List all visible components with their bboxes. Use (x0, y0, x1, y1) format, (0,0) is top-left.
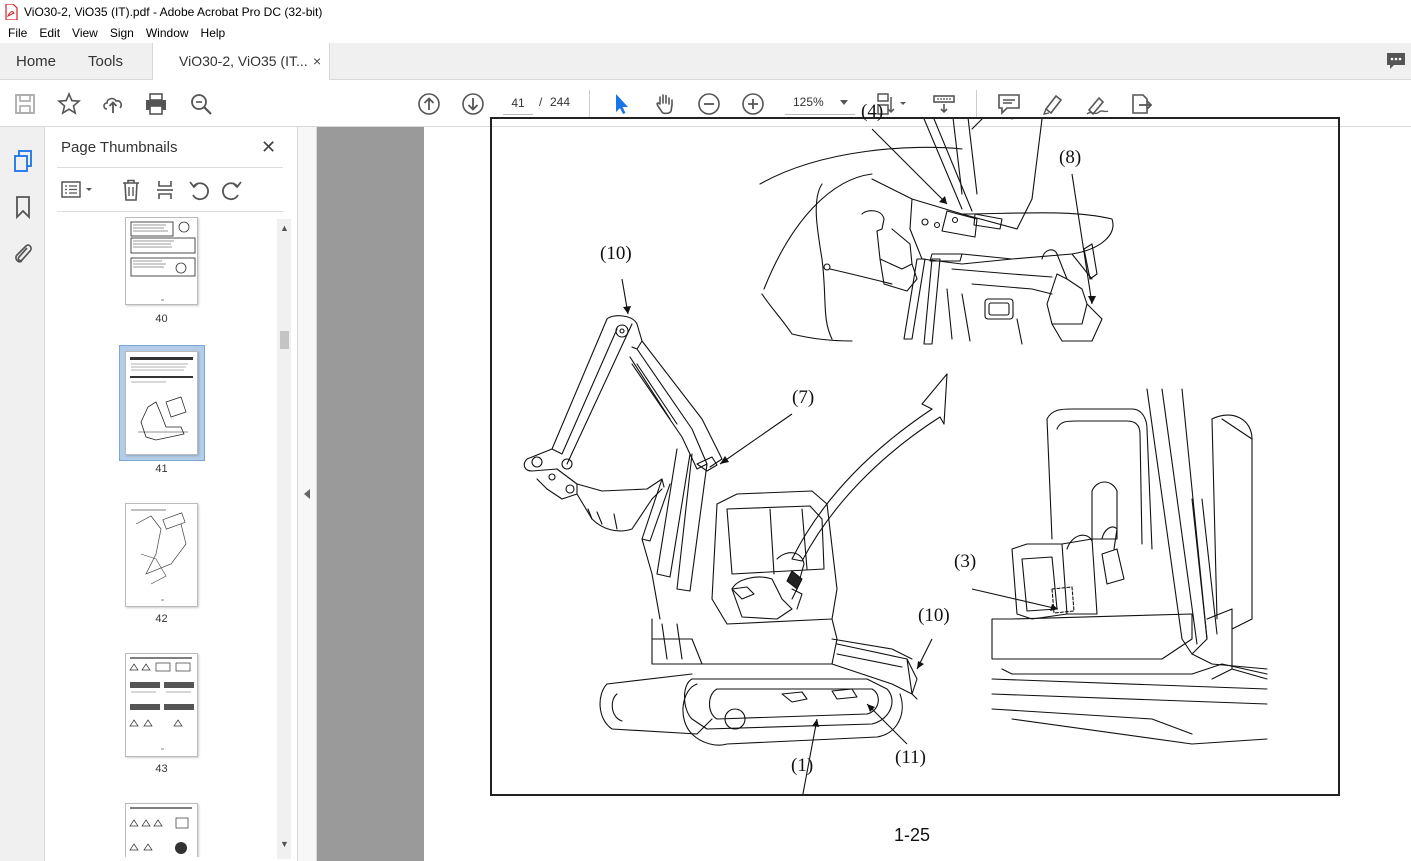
close-icon[interactable]: ✕ (261, 137, 276, 158)
hand-icon[interactable] (653, 92, 677, 116)
zoom-search-icon[interactable] (189, 92, 213, 116)
tab-document[interactable]: ViO30-2, ViO35 (IT... × (152, 43, 330, 81)
select-cursor-icon[interactable] (609, 92, 633, 116)
delete-page-icon[interactable] (121, 179, 141, 201)
figure-frame: (4) (8) (10) (7) (3) (10) (1) (11) (490, 101, 1340, 796)
callout-11: (11) (895, 747, 926, 768)
page-total: 244 (550, 95, 571, 109)
pdf-app-icon (5, 3, 18, 20)
thumbnail-page-42[interactable] (125, 503, 198, 607)
menu-sign[interactable]: Sign (104, 26, 140, 40)
left-rail (0, 127, 45, 861)
panel-divider (57, 211, 283, 212)
thumbnail-list: 40 41 42 43 (45, 217, 277, 857)
thumbnail-content (130, 221, 196, 301)
attachment-icon[interactable] (12, 241, 34, 265)
tab-document-label: ViO30-2, ViO35 (IT... (179, 53, 308, 69)
upload-icon[interactable] (101, 92, 125, 116)
comment-bubble-icon[interactable] (1386, 52, 1406, 70)
page-separator: / (539, 95, 543, 109)
callout-10: (10) (600, 243, 632, 264)
window-title: ViO30-2, ViO35 (IT).pdf - Adobe Acrobat … (24, 4, 323, 19)
chevron-down-icon (840, 100, 848, 105)
save-icon[interactable] (13, 92, 37, 116)
thumbnail-label: 41 (155, 463, 168, 475)
thumbnail-page-40[interactable] (125, 217, 198, 305)
toolbar-divider (589, 90, 590, 118)
scroll-down-icon[interactable]: ▼ (280, 839, 289, 849)
thumbnail-scrollbar[interactable]: ▲ ▼ (277, 219, 291, 859)
thumbnail-page-44[interactable] (125, 803, 198, 857)
panel-collapse-handle[interactable] (297, 127, 317, 861)
menu-file[interactable]: File (2, 26, 33, 40)
callout-8: (8) (1059, 147, 1082, 168)
thumbnail-content (129, 657, 194, 750)
menu-view[interactable]: View (66, 26, 104, 40)
page-thumbnails-icon[interactable] (12, 149, 34, 173)
page-down-icon[interactable] (461, 92, 485, 116)
sign-icon[interactable] (1085, 92, 1109, 116)
zoom-dropdown[interactable]: 125% (785, 91, 855, 115)
scan-icon[interactable] (932, 92, 956, 116)
menu-edit[interactable]: Edit (33, 26, 66, 40)
menu-help[interactable]: Help (195, 26, 232, 40)
tab-close-icon[interactable]: × (313, 53, 321, 69)
print-icon[interactable] (144, 92, 168, 116)
collapse-arrow-icon (304, 489, 310, 499)
callout-10: (10) (918, 605, 950, 626)
thumbnails-panel: Page Thumbnails ✕ 40 41 42 43 ▲ ▼ (45, 127, 297, 861)
bookmark-icon[interactable] (14, 195, 32, 219)
tab-bar: Home Tools ViO30-2, ViO35 (IT... × (0, 43, 1411, 81)
export-icon[interactable] (1129, 92, 1153, 116)
highlight-icon[interactable] (1041, 92, 1065, 116)
page-up-icon[interactable] (417, 92, 441, 116)
zoom-out-icon[interactable] (697, 92, 721, 116)
zoom-value: 125% (793, 95, 824, 109)
thumbnail-label: 40 (155, 313, 168, 325)
zoom-in-icon[interactable] (741, 92, 765, 116)
thumbnail-content (131, 509, 187, 601)
callout-4: (4) (861, 101, 884, 122)
tab-home[interactable]: Home (16, 43, 56, 80)
scrollbar-thumb[interactable] (280, 331, 289, 349)
extract-page-icon[interactable] (155, 179, 175, 201)
title-bar: ViO30-2, ViO35 (IT).pdf - Adobe Acrobat … (0, 0, 1411, 23)
panel-divider (57, 167, 283, 168)
panel-title: Page Thumbnails (61, 139, 178, 156)
thumbnail-options-icon[interactable] (61, 180, 97, 200)
thumbnail-page-43[interactable] (125, 653, 198, 757)
menu-window[interactable]: Window (140, 26, 195, 40)
thumbnail-label: 43 (155, 763, 168, 775)
star-icon[interactable] (57, 92, 81, 116)
document-viewport[interactable]: (4) (8) (10) (7) (3) (10) (1) (11) 1-25 (317, 101, 1411, 861)
comment-icon[interactable] (997, 92, 1021, 116)
tab-tools[interactable]: Tools (88, 43, 123, 80)
callout-1: (1) (791, 755, 814, 776)
pdf-page: (4) (8) (10) (7) (3) (10) (1) (11) 1-25 (424, 101, 1411, 861)
thumbnail-content (130, 357, 193, 441)
thumbnail-content (129, 807, 192, 854)
toolbar-divider (976, 90, 977, 118)
callout-7: (7) (792, 387, 815, 408)
callout-3: (3) (954, 551, 977, 572)
excavator-illustration (523, 119, 1268, 794)
thumbnail-page-41[interactable] (125, 351, 198, 455)
rotate-left-icon[interactable] (188, 179, 210, 201)
menu-bar: File Edit View Sign Window Help (0, 23, 1411, 43)
rotate-right-icon[interactable] (221, 179, 243, 201)
page-number-input[interactable] (503, 91, 533, 115)
page-label: 1-25 (894, 825, 931, 845)
scroll-up-icon[interactable]: ▲ (280, 223, 289, 233)
thumbnail-label: 42 (155, 613, 168, 625)
